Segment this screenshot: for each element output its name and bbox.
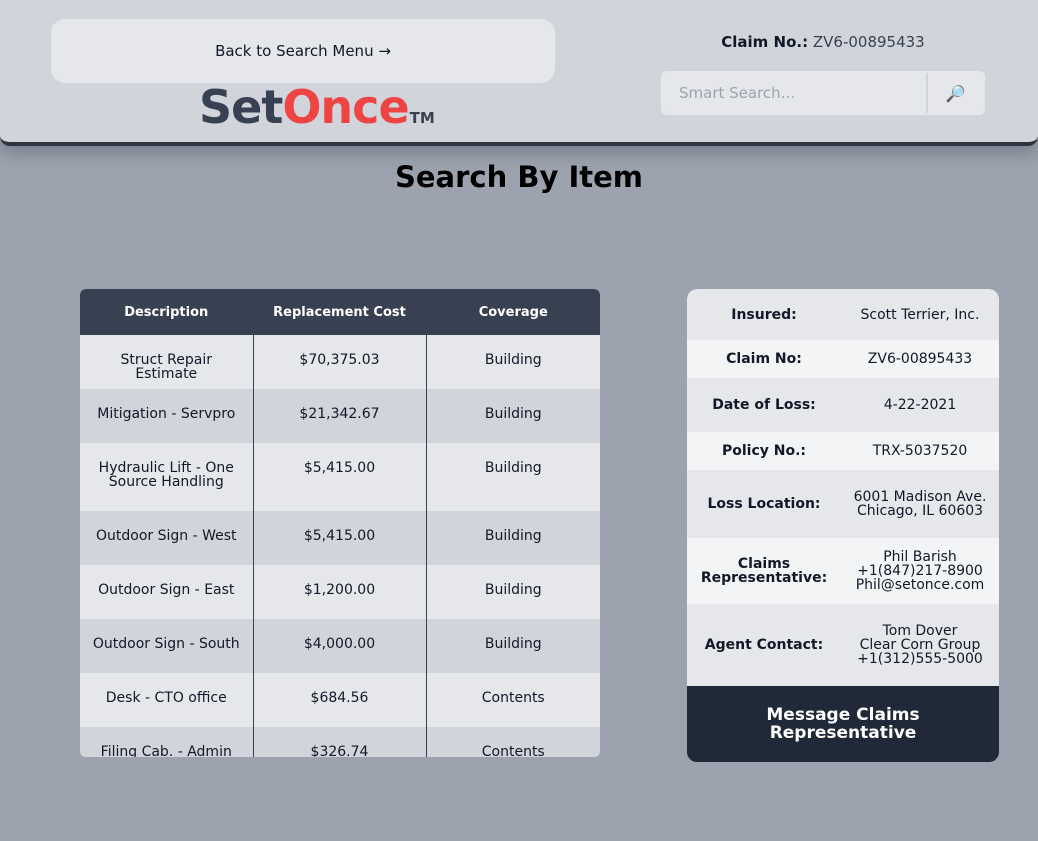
date-of-loss-label: Date of Loss:: [712, 397, 816, 413]
item-cost: $70,375.03: [252, 335, 426, 389]
table-row[interactable]: Struct Repair Estimate $70,375.03 Buildi…: [80, 335, 600, 389]
item-coverage: Building: [425, 619, 600, 673]
item-description: Outdoor Sign - West: [80, 511, 253, 565]
logo-trademark: TM: [409, 109, 435, 127]
item-coverage: Building: [425, 565, 600, 619]
item-cost: $684.56: [252, 673, 426, 727]
item-cost: $1,200.00: [252, 565, 426, 619]
table-row[interactable]: Mitigation - Servpro $21,342.67 Building: [80, 389, 600, 443]
item-coverage: Building: [425, 511, 600, 565]
agent-name: Tom Dover: [882, 623, 958, 639]
table-row[interactable]: Outdoor Sign - West $5,415.00 Building: [80, 511, 600, 565]
setonce-logo: Set Once TM: [199, 80, 435, 134]
insured-value: Scott Terrier, Inc.: [860, 306, 980, 323]
table-row[interactable]: Filing Cab. - Admin $326.74 Contents: [80, 727, 600, 757]
info-row-claim-no: Claim No: ZV6-00895433: [687, 340, 999, 378]
loss-location-line2: Chicago, IL 60603: [856, 503, 984, 519]
smart-search: 🔎: [661, 71, 985, 115]
claims-rep-phone[interactable]: +1(847)217-8900: [841, 564, 999, 578]
search-icon: 🔎: [945, 83, 966, 103]
search-button[interactable]: 🔎: [926, 73, 983, 113]
items-table-container[interactable]: Description Replacement Cost Coverage St…: [80, 289, 600, 757]
claim-number-label: Claim No.:: [721, 33, 809, 51]
claims-rep-name: Phil Barish: [883, 549, 957, 565]
message-button-label: Message Claims Representative: [766, 705, 920, 743]
claim-no-value: ZV6-00895433: [867, 351, 973, 367]
claims-rep-label-line1: Claims: [737, 556, 791, 572]
info-row-policy-no: Policy No.: TRX-5037520: [687, 432, 999, 470]
item-cost: $5,415.00: [252, 443, 426, 511]
loss-location-value: 6001 Madison Ave. Chicago, IL 60603: [841, 490, 999, 518]
item-description: Filing Cab. - Admin: [80, 727, 253, 757]
policy-no-value: TRX-5037520: [872, 443, 968, 459]
info-row-claims-rep: Claims Representative: Phil Barish +1(84…: [687, 538, 999, 604]
header-bar: Back to Search Menu → Set Once TM Claim No…: [0, 0, 1038, 146]
info-row-loss-location: Loss Location: 6001 Madison Ave. Chicago…: [687, 470, 999, 538]
agent-contact-value: Tom Dover Clear Corn Group +1(312)555-50…: [841, 624, 999, 666]
table-row[interactable]: Desk - CTO office $684.56 Contents: [80, 673, 600, 727]
item-description: Struct Repair Estimate: [80, 335, 253, 389]
item-description: Outdoor Sign - East: [80, 565, 253, 619]
item-cost: $5,415.00: [252, 511, 426, 565]
logo-once-text: Once: [282, 80, 409, 134]
header-claim-number: Claim No.: ZV6-00895433: [661, 33, 985, 51]
table-row[interactable]: Outdoor Sign - East $1,200.00 Building: [80, 565, 600, 619]
item-coverage: Building: [425, 443, 600, 511]
item-description: Outdoor Sign - South: [80, 619, 253, 673]
item-coverage: Building: [425, 389, 600, 443]
claims-rep-email[interactable]: Phil@setonce.com: [841, 578, 999, 592]
agent-phone[interactable]: +1(312)555-5000: [841, 652, 999, 666]
policy-no-label: Policy No.:: [721, 443, 807, 459]
claim-info-panel: Insured: Scott Terrier, Inc. Claim No: Z…: [687, 289, 999, 762]
back-to-search-button[interactable]: Back to Search Menu →: [51, 19, 555, 83]
claim-number-value: ZV6-00895433: [812, 33, 925, 51]
item-description: Hydraulic Lift - One Source Handling: [80, 443, 253, 511]
item-description: Desk - CTO office: [80, 673, 253, 727]
claim-no-label: Claim No:: [726, 351, 802, 367]
items-table: Description Replacement Cost Coverage St…: [80, 289, 600, 757]
claims-rep-label-line2: Representative:: [700, 570, 828, 586]
insured-label: Insured:: [731, 306, 797, 323]
agent-company: Clear Corn Group: [859, 637, 981, 653]
column-header-description[interactable]: Description: [80, 289, 253, 335]
date-of-loss-value: 4-22-2021: [883, 397, 957, 413]
claims-rep-value: Phil Barish +1(847)217-8900 Phil@setonce…: [841, 550, 999, 592]
table-row[interactable]: Outdoor Sign - South $4,000.00 Building: [80, 619, 600, 673]
item-cost: $4,000.00: [252, 619, 426, 673]
table-row[interactable]: Hydraulic Lift - One Source Handling $5,…: [80, 443, 600, 511]
item-coverage: Contents: [425, 673, 600, 727]
loss-location-line1: 6001 Madison Ave.: [853, 489, 987, 505]
page-title: Search By Item: [394, 160, 643, 194]
item-coverage: Contents: [425, 727, 600, 757]
back-button-label: Back to Search Menu →: [215, 42, 391, 60]
smart-search-input[interactable]: [663, 73, 926, 113]
column-header-coverage[interactable]: Coverage: [425, 289, 600, 335]
loss-location-label: Loss Location:: [707, 496, 821, 512]
info-row-date-of-loss: Date of Loss: 4-22-2021: [687, 378, 999, 432]
item-cost: $21,342.67: [252, 389, 426, 443]
item-cost: $326.74: [252, 727, 426, 757]
claims-rep-label: Claims Representative:: [687, 557, 841, 585]
table-header-row: Description Replacement Cost Coverage: [80, 289, 600, 335]
item-description: Mitigation - Servpro: [80, 389, 253, 443]
logo-set-text: Set: [199, 80, 283, 134]
info-row-agent-contact: Agent Contact: Tom Dover Clear Corn Grou…: [687, 604, 999, 686]
item-coverage: Building: [425, 335, 600, 389]
info-row-insured: Insured: Scott Terrier, Inc.: [687, 289, 999, 340]
agent-contact-label: Agent Contact:: [704, 637, 824, 653]
column-header-replacement-cost[interactable]: Replacement Cost: [252, 289, 426, 335]
message-claims-rep-button[interactable]: Message Claims Representative: [687, 686, 999, 762]
